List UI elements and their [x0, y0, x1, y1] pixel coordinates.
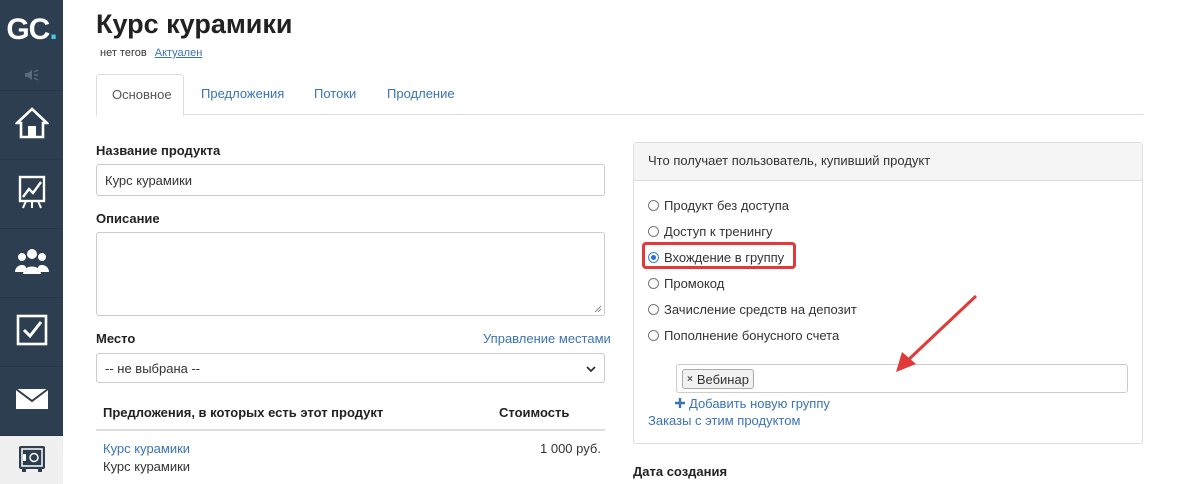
tab-main[interactable]: Основное: [96, 74, 184, 116]
name-label: Название продукта: [96, 143, 221, 158]
offer-link[interactable]: Курс курамики: [103, 441, 190, 456]
radio-deposit[interactable]: [648, 303, 659, 315]
tab-streams[interactable]: Потоки: [299, 74, 371, 115]
group-chip[interactable]: × Вебинар: [682, 369, 754, 389]
sidebar-item-stats[interactable]: [0, 159, 63, 228]
tags-line: нет тегов Актуален: [100, 47, 202, 59]
option-label: Пополнение бонусного счета: [664, 327, 840, 343]
mail-icon: [14, 387, 49, 415]
sidebar-item-tasks[interactable]: [0, 297, 63, 366]
option-label: Промокод: [664, 275, 725, 291]
column-header-offers: Предложения, в которых есть этот продукт: [103, 405, 384, 420]
offer-subtitle: Курс курамики: [103, 459, 191, 474]
tab-bar: Основное Предложения Потоки Продление: [96, 74, 1143, 116]
radio-bonus[interactable]: [648, 329, 659, 341]
option-promocode[interactable]: Промокод: [648, 274, 724, 292]
radio-no-access[interactable]: [648, 199, 659, 211]
option-label: Зачисление средств на депозит: [664, 301, 857, 317]
place-select[interactable]: -- не выбрана --: [96, 353, 605, 383]
status-link[interactable]: Актуален: [155, 47, 203, 59]
annotation-arrow-icon: [896, 294, 978, 372]
tab-offers[interactable]: Предложения: [186, 74, 299, 115]
sidebar-item-home[interactable]: [0, 90, 63, 159]
logo-text: GC: [6, 13, 50, 46]
option-label: Продукт без доступа: [664, 197, 790, 213]
place-label: Место: [96, 331, 136, 346]
option-no-access[interactable]: Продукт без доступа: [648, 196, 789, 214]
description-textarea[interactable]: [96, 232, 605, 316]
checkbox-icon: [16, 314, 48, 351]
remove-chip-icon[interactable]: ×: [687, 374, 693, 385]
add-group-link[interactable]: Добавить новую группу: [675, 395, 830, 412]
tab-renewal[interactable]: Продление: [372, 74, 470, 115]
sidebar-item-users[interactable]: [0, 228, 63, 297]
option-label: Доступ к тренингу: [664, 223, 773, 239]
radio-training-access[interactable]: [648, 225, 659, 237]
chart-icon: [17, 174, 47, 215]
radio-promocode[interactable]: [648, 277, 659, 289]
sidebar: GC.: [0, 0, 63, 484]
speaker-icon[interactable]: [0, 63, 63, 87]
logo[interactable]: GC.: [0, 0, 63, 60]
created-date-label: Дата создания: [633, 464, 728, 479]
plus-icon: [675, 395, 685, 412]
safe-icon: [17, 443, 47, 478]
place-select-value: -- не выбрана --: [105, 360, 201, 376]
product-name-value: Курс курамики: [105, 172, 193, 188]
tags-text: нет тегов: [100, 47, 147, 59]
chevron-down-icon: [586, 361, 596, 376]
logo-dot: .: [49, 13, 57, 46]
product-name-input[interactable]: Курс курамики: [96, 164, 605, 196]
add-group-label: Добавить новую группу: [689, 396, 830, 411]
sidebar-item-mail[interactable]: [0, 366, 63, 435]
page-title: Курс курамики: [96, 9, 293, 39]
orders-link[interactable]: Заказы с этим продуктом: [648, 413, 800, 428]
group-chip-label: Вебинар: [696, 371, 749, 387]
users-icon: [14, 246, 50, 281]
column-header-price: Стоимость: [499, 405, 570, 420]
option-training-access[interactable]: Доступ к тренингу: [648, 222, 773, 240]
offers-table-header: Предложения, в которых есть этот продукт…: [96, 395, 605, 431]
resize-grip-icon[interactable]: [594, 305, 602, 313]
sidebar-item-products[interactable]: [0, 435, 63, 484]
option-deposit[interactable]: Зачисление средств на депозит: [648, 300, 857, 318]
option-bonus[interactable]: Пополнение бонусного счета: [648, 326, 839, 344]
manage-places-link[interactable]: Управление местами: [483, 331, 611, 346]
offer-price: 1 000 руб.: [540, 441, 601, 456]
highlight-box: [642, 242, 796, 269]
description-label: Описание: [96, 211, 160, 226]
home-icon: [13, 106, 50, 144]
access-panel-title: Что получает пользователь, купивший прод…: [634, 143, 1142, 181]
